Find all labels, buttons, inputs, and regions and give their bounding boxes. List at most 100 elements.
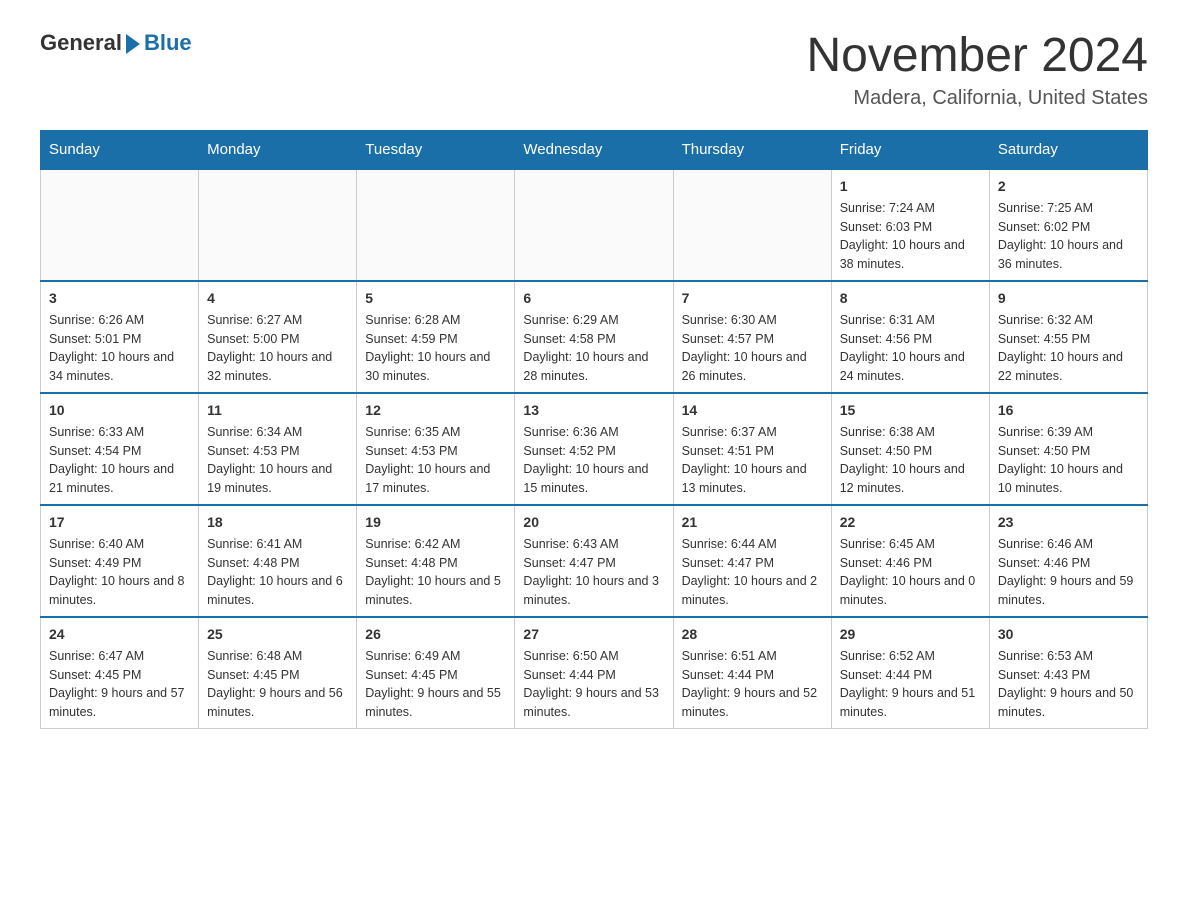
table-row: 20Sunrise: 6:43 AMSunset: 4:47 PMDayligh… — [515, 505, 673, 617]
day-info: Sunrise: 6:52 AM — [840, 647, 981, 666]
day-info: Sunrise: 6:34 AM — [207, 423, 348, 442]
day-info: Sunrise: 6:39 AM — [998, 423, 1139, 442]
day-info: Sunrise: 6:35 AM — [365, 423, 506, 442]
day-info: Sunrise: 6:48 AM — [207, 647, 348, 666]
day-number: 24 — [49, 624, 190, 645]
day-info: Sunrise: 7:25 AM — [998, 199, 1139, 218]
day-info: Daylight: 10 hours and 22 minutes. — [998, 348, 1139, 386]
day-info: Sunrise: 6:29 AM — [523, 311, 664, 330]
table-row: 16Sunrise: 6:39 AMSunset: 4:50 PMDayligh… — [989, 393, 1147, 505]
logo: General Blue — [40, 30, 192, 56]
day-info: Sunset: 5:00 PM — [207, 330, 348, 349]
table-row: 19Sunrise: 6:42 AMSunset: 4:48 PMDayligh… — [357, 505, 515, 617]
day-info: Daylight: 9 hours and 53 minutes. — [523, 684, 664, 722]
day-number: 1 — [840, 176, 981, 197]
table-row — [41, 169, 199, 281]
logo-general: General — [40, 30, 122, 56]
day-number: 21 — [682, 512, 823, 533]
table-row — [357, 169, 515, 281]
day-info: Sunset: 4:48 PM — [207, 554, 348, 573]
calendar-week-row: 1Sunrise: 7:24 AMSunset: 6:03 PMDaylight… — [41, 169, 1148, 281]
table-row: 8Sunrise: 6:31 AMSunset: 4:56 PMDaylight… — [831, 281, 989, 393]
day-number: 2 — [998, 176, 1139, 197]
day-number: 4 — [207, 288, 348, 309]
day-info: Sunrise: 7:24 AM — [840, 199, 981, 218]
day-info: Sunrise: 6:30 AM — [682, 311, 823, 330]
calendar-week-row: 24 Sunrise: 6:47 AM Sunset: 4:45 PM Dayligh… — [41, 617, 1148, 729]
day-info: Sunrise: 6:37 AM — [682, 423, 823, 442]
day-info: Sunrise: 6:44 AM — [682, 535, 823, 554]
day-info: Daylight: 9 hours and 50 minutes. — [998, 684, 1139, 722]
day-number: 22 — [840, 512, 981, 533]
day-info: Sunrise: 6:46 AM — [998, 535, 1139, 554]
day-info: Sunrise: 6:33 AM — [49, 423, 190, 442]
table-row: 6Sunrise: 6:29 AMSunset: 4:58 PMDaylight… — [515, 281, 673, 393]
day-info: Daylight: 10 hours and 19 minutes. — [207, 460, 348, 498]
table-row: 4Sunrise: 6:27 AMSunset: 5:00 PMDaylight… — [199, 281, 357, 393]
day-info: Daylight: 10 hours and 24 minutes. — [840, 348, 981, 386]
calendar-week-row: 17Sunrise: 6:40 AMSunset: 4:49 PMDayligh… — [41, 505, 1148, 617]
table-row: 23Sunrise: 6:46 AMSunset: 4:46 PMDayligh… — [989, 505, 1147, 617]
day-info: Sunset: 4:44 PM — [523, 666, 664, 685]
logo-arrow-icon — [126, 34, 140, 54]
day-number: 25 — [207, 624, 348, 645]
day-info: Daylight: 10 hours and 13 minutes. — [682, 460, 823, 498]
day-info: Daylight: 10 hours and 38 minutes. — [840, 236, 981, 274]
day-info: Sunset: 5:01 PM — [49, 330, 190, 349]
day-info: Daylight: 10 hours and 12 minutes. — [840, 460, 981, 498]
day-info: Daylight: 10 hours and 3 minutes. — [523, 572, 664, 610]
table-row: 17Sunrise: 6:40 AMSunset: 4:49 PMDayligh… — [41, 505, 199, 617]
table-row: 28Sunrise: 6:51 AMSunset: 4:44 PMDayligh… — [673, 617, 831, 729]
day-number: 8 — [840, 288, 981, 309]
day-info: Daylight: 10 hours and 34 minutes. — [49, 348, 190, 386]
table-row: 26Sunrise: 6:49 AMSunset: 4:45 PMDayligh… — [357, 617, 515, 729]
table-row: 10Sunrise: 6:33 AMSunset: 4:54 PMDayligh… — [41, 393, 199, 505]
day-info: Sunset: 4:53 PM — [365, 442, 506, 461]
day-info: Sunrise: 6:36 AM — [523, 423, 664, 442]
header-wednesday: Wednesday — [515, 130, 673, 169]
table-row — [673, 169, 831, 281]
day-info: Daylight: 10 hours and 28 minutes. — [523, 348, 664, 386]
day-number: 14 — [682, 400, 823, 421]
day-number: 12 — [365, 400, 506, 421]
calendar-week-row: 10Sunrise: 6:33 AMSunset: 4:54 PMDayligh… — [41, 393, 1148, 505]
page-header: General Blue November 2024 Madera, Calif… — [40, 30, 1148, 110]
day-info: Sunrise: 6:40 AM — [49, 535, 190, 554]
day-info: Daylight: 10 hours and 0 minutes. — [840, 572, 981, 610]
day-info: Daylight: 9 hours and 52 minutes. — [682, 684, 823, 722]
table-row — [199, 169, 357, 281]
day-info: Sunset: 4:56 PM — [840, 330, 981, 349]
day-info: Daylight: 10 hours and 32 minutes. — [207, 348, 348, 386]
logo-blue: Blue — [144, 30, 192, 56]
table-row: 30Sunrise: 6:53 AMSunset: 4:43 PMDayligh… — [989, 617, 1147, 729]
day-info: Sunrise: 6:42 AM — [365, 535, 506, 554]
header-thursday: Thursday — [673, 130, 831, 169]
day-info: Daylight: 9 hours and 51 minutes. — [840, 684, 981, 722]
day-info: Daylight: 10 hours and 30 minutes. — [365, 348, 506, 386]
table-row: 29Sunrise: 6:52 AMSunset: 4:44 PMDayligh… — [831, 617, 989, 729]
table-row — [515, 169, 673, 281]
day-info: Sunrise: 6:26 AM — [49, 311, 190, 330]
day-info: Sunset: 4:58 PM — [523, 330, 664, 349]
day-info: Sunrise: 6:47 AM — [49, 647, 190, 666]
day-info: Sunrise: 6:51 AM — [682, 647, 823, 666]
day-info: Sunrise: 6:43 AM — [523, 535, 664, 554]
day-info: Sunrise: 6:53 AM — [998, 647, 1139, 666]
day-info: Sunset: 4:50 PM — [998, 442, 1139, 461]
table-row: 2Sunrise: 7:25 AMSunset: 6:02 PMDaylight… — [989, 169, 1147, 281]
day-info: Sunset: 4:59 PM — [365, 330, 506, 349]
day-number: 5 — [365, 288, 506, 309]
day-info: Sunset: 4:45 PM — [207, 666, 348, 685]
day-info: Daylight: 10 hours and 17 minutes. — [365, 460, 506, 498]
day-info: Sunset: 4:47 PM — [682, 554, 823, 573]
day-number: 26 — [365, 624, 506, 645]
table-row: 14Sunrise: 6:37 AMSunset: 4:51 PMDayligh… — [673, 393, 831, 505]
day-info: Daylight: 10 hours and 21 minutes. — [49, 460, 190, 498]
day-info: Sunset: 4:57 PM — [682, 330, 823, 349]
day-number: 10 — [49, 400, 190, 421]
table-row: 15Sunrise: 6:38 AMSunset: 4:50 PMDayligh… — [831, 393, 989, 505]
day-info: Sunrise: 6:41 AM — [207, 535, 348, 554]
table-row: 21 Sunrise: 6:44 AMSunset: 4:47 PMDayligh… — [673, 505, 831, 617]
day-info: Daylight: 10 hours and 2 minutes. — [682, 572, 823, 610]
day-number: 27 — [523, 624, 664, 645]
